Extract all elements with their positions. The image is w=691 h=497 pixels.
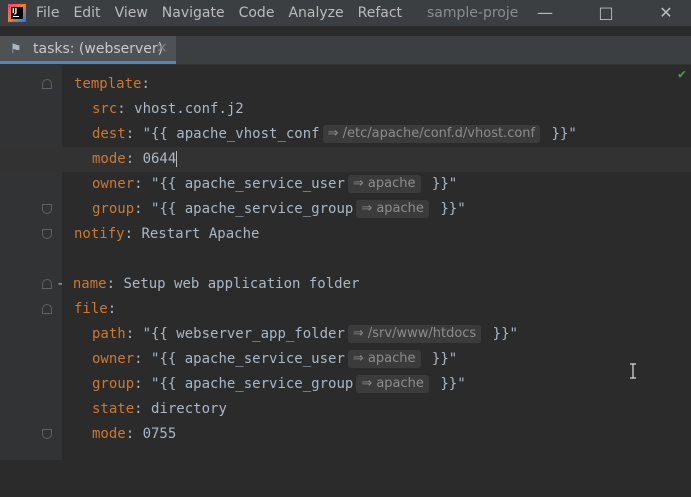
code-line: file: [74, 301, 117, 317]
menu-navigate[interactable]: Navigate [162, 5, 225, 21]
maximize-button[interactable]: □ [581, 0, 631, 26]
code-line: group: "{{ apache_service_group ⇒ apache … [92, 200, 466, 218]
inlay-hint: ⇒ /etc/apache/conf.d/vhost.conf [322, 125, 541, 143]
close-button[interactable]: ✕ [641, 0, 691, 26]
inlay-hint: ⇒ apache [347, 175, 421, 193]
code-line: state: directory [92, 401, 227, 417]
code-line: path: "{{ webserver_app_folder ⇒ /srv/www… [92, 325, 518, 343]
menu-analyze[interactable]: Analyze [288, 5, 343, 21]
menu-code[interactable]: Code [239, 5, 275, 21]
inlay-hint: ⇒ /srv/www/htdocs [347, 325, 482, 343]
menu-edit[interactable]: Edit [73, 5, 100, 21]
editor-tab-bar: ⚑ tasks: (webserver) × [0, 36, 691, 65]
menu-bar: File Edit View Navigate Code Analyze Ref… [36, 0, 416, 26]
tab-tasks-webserver[interactable]: ⚑ tasks: (webserver) × [0, 36, 176, 64]
fold-marker-icon[interactable] [42, 304, 52, 314]
code-line: group: "{{ apache_service_group ⇒ apache … [92, 375, 466, 393]
fold-marker-icon[interactable] [42, 279, 52, 289]
menu-refactor[interactable]: Refact [358, 5, 402, 21]
inlay-hint: ⇒ apache [356, 375, 429, 393]
fold-marker-icon[interactable] [42, 229, 52, 239]
minimize-button[interactable]: — [520, 0, 570, 26]
tab-label: tasks: (webserver) [33, 41, 164, 57]
code-editor[interactable]: ✔ template: src: vhost.conf.j2 dest: "{{… [0, 65, 691, 460]
fold-marker-icon[interactable] [42, 79, 52, 89]
code-line: dest: "{{ apache_vhost_conf ⇒ /etc/apache… [92, 125, 577, 143]
code-line-current: mode: 0644 [0, 147, 691, 172]
code-line: template: [74, 76, 150, 92]
menu-file[interactable]: File [36, 5, 59, 21]
inlay-hint: ⇒ apache [347, 350, 421, 368]
code-line: notify: Restart Apache [74, 226, 260, 242]
code-line: mode: 0755 [92, 426, 177, 442]
code-line: - name: Setup web application folder [56, 276, 360, 292]
code-line: owner: "{{ apache_service_user ⇒ apache }… [92, 175, 458, 193]
intellij-logo-icon[interactable]: IJ [8, 4, 26, 22]
close-tab-icon[interactable]: × [156, 40, 168, 56]
inlay-hint: ⇒ apache [356, 200, 429, 218]
code-line: owner: "{{ apache_service_user ⇒ apache }… [92, 350, 458, 368]
menu-view[interactable]: View [115, 5, 148, 21]
project-title: sample-proje [427, 5, 519, 21]
fold-marker-icon[interactable] [42, 204, 52, 214]
yaml-file-icon: ⚑ [10, 42, 22, 57]
text-caret [176, 151, 178, 167]
title-bar: IJ File Edit View Navigate Code Analyze … [0, 0, 691, 26]
code-line: src: vhost.conf.j2 [92, 101, 244, 117]
text-cursor-icon [630, 363, 636, 379]
fold-marker-icon[interactable] [42, 429, 52, 439]
